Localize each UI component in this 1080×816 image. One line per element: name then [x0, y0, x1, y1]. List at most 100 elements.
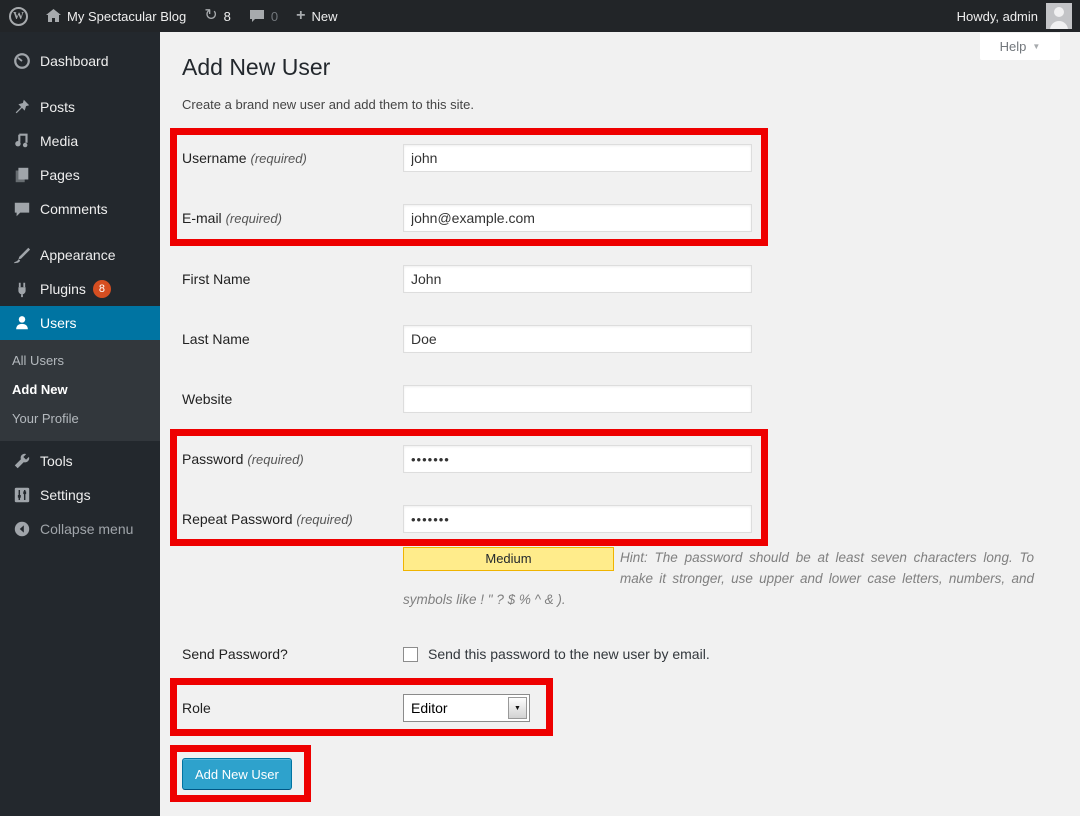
- username-row: Username (required): [182, 144, 756, 172]
- howdy-label: Howdy, admin: [957, 9, 1038, 24]
- new-content-button[interactable]: + New: [287, 0, 346, 32]
- sidebar-item-tools[interactable]: Tools: [0, 444, 160, 478]
- sidebar-item-label: Users: [40, 315, 77, 331]
- home-icon: [46, 9, 61, 23]
- sidebar-item-plugins[interactable]: Plugins 8: [0, 272, 160, 306]
- password-strength-meter: Medium: [403, 547, 614, 571]
- last-name-row: Last Name: [182, 325, 1034, 353]
- sidebar-item-label: Collapse menu: [40, 521, 133, 537]
- sidebar-item-media[interactable]: Media: [0, 124, 160, 158]
- sidebar-item-dashboard[interactable]: Dashboard: [0, 44, 160, 78]
- username-input[interactable]: [403, 144, 752, 172]
- first-name-input[interactable]: [403, 265, 752, 293]
- user-icon: [12, 313, 32, 333]
- annotation-box-role: Role Editor ▼: [170, 678, 553, 736]
- last-name-label: Last Name: [182, 331, 403, 347]
- add-new-user-button[interactable]: Add New User: [182, 758, 292, 790]
- sidebar-item-comments[interactable]: Comments: [0, 192, 160, 226]
- plus-icon: +: [296, 8, 305, 24]
- first-name-row: First Name: [182, 265, 1034, 293]
- page-description: Create a brand new user and add them to …: [182, 97, 1034, 113]
- sidebar-item-label: Comments: [40, 201, 108, 217]
- avatar[interactable]: [1046, 3, 1072, 29]
- sidebar-item-users[interactable]: Users: [0, 306, 160, 340]
- wordpress-menu-button[interactable]: W: [0, 0, 37, 32]
- required-note: (required): [296, 512, 352, 527]
- first-name-label: First Name: [182, 271, 403, 287]
- comments-bubble-icon: [249, 9, 265, 23]
- pages-icon: [12, 165, 32, 185]
- updates-count: 8: [224, 9, 231, 24]
- password-row: Password (required): [182, 445, 756, 473]
- sidebar-item-label: Settings: [40, 487, 91, 503]
- sidebar-item-settings[interactable]: Settings: [0, 478, 160, 512]
- my-account-link[interactable]: Howdy, admin: [948, 0, 1038, 32]
- email-label: E-mail (required): [182, 210, 403, 226]
- dashboard-icon: [12, 51, 32, 71]
- comments-link[interactable]: 0: [240, 0, 287, 32]
- role-row: Role Editor ▼: [182, 694, 541, 722]
- send-password-label: Send Password?: [182, 646, 403, 662]
- annotation-box-credentials: Username (required) E-mail (required): [170, 128, 768, 246]
- username-label: Username (required): [182, 150, 403, 166]
- send-password-checkbox-label: Send this password to the new user by em…: [428, 646, 710, 662]
- password-strength-area: Medium Hint: The password should be at l…: [403, 547, 1034, 610]
- submenu-item-your-profile[interactable]: Your Profile: [0, 404, 160, 433]
- annotation-box-passwords: Password (required) Repeat Password (req…: [170, 429, 768, 546]
- sidebar-item-appearance[interactable]: Appearance: [0, 238, 160, 272]
- sidebar-item-posts[interactable]: Posts: [0, 90, 160, 124]
- annotation-box-submit: Add New User: [170, 745, 311, 802]
- comment-icon: [12, 199, 32, 219]
- sidebar-item-label: Pages: [40, 167, 80, 183]
- new-label: New: [311, 9, 337, 24]
- password-label: Password (required): [182, 451, 403, 467]
- required-note: (required): [250, 151, 306, 166]
- wrench-icon: [12, 451, 32, 471]
- sidebar-item-label: Dashboard: [40, 53, 109, 69]
- role-select-value: Editor: [404, 700, 508, 716]
- last-name-input[interactable]: [403, 325, 752, 353]
- send-password-checkbox[interactable]: [403, 647, 418, 662]
- updates-link[interactable]: ↻ 8: [195, 0, 240, 32]
- pushpin-icon: [12, 97, 32, 117]
- collapse-icon: [12, 519, 32, 539]
- site-name-label: My Spectacular Blog: [67, 9, 186, 24]
- email-input[interactable]: [403, 204, 752, 232]
- submenu-item-add-new[interactable]: Add New: [0, 375, 160, 404]
- sidebar-item-label: Plugins: [40, 281, 86, 297]
- required-note: (required): [247, 452, 303, 467]
- help-button[interactable]: Help ▼: [980, 33, 1060, 60]
- admin-sidebar-menu: Dashboard Posts Media Pages Comments App…: [0, 32, 160, 816]
- updates-icon: ↻: [204, 8, 217, 24]
- required-note: (required): [226, 211, 282, 226]
- wordpress-logo-icon: W: [9, 7, 28, 26]
- submenu-item-all-users[interactable]: All Users: [0, 346, 160, 375]
- repeat-password-input[interactable]: [403, 505, 752, 533]
- password-input[interactable]: [403, 445, 752, 473]
- help-label: Help: [1000, 39, 1027, 54]
- repeat-password-row: Repeat Password (required): [182, 505, 756, 533]
- main-content: Help ▼ Add New User Create a brand new u…: [160, 32, 1080, 816]
- sidebar-item-pages[interactable]: Pages: [0, 158, 160, 192]
- role-label: Role: [182, 700, 403, 716]
- page-title: Add New User: [182, 32, 1034, 82]
- plug-icon: [12, 279, 32, 299]
- role-select[interactable]: Editor ▼: [403, 694, 530, 722]
- send-password-row: Send Password? Send this password to the…: [182, 646, 1034, 662]
- website-label: Website: [182, 391, 403, 407]
- media-icon: [12, 131, 32, 151]
- comments-count: 0: [271, 9, 278, 24]
- sidebar-item-label: Posts: [40, 99, 75, 115]
- sidebar-item-label: Media: [40, 133, 78, 149]
- sliders-icon: [12, 485, 32, 505]
- admin-bar: W My Spectacular Blog ↻ 8 0 + New Howdy,…: [0, 0, 1080, 32]
- select-dropdown-arrow-icon[interactable]: ▼: [508, 697, 527, 719]
- site-name-link[interactable]: My Spectacular Blog: [37, 0, 195, 32]
- repeat-password-label: Repeat Password (required): [182, 511, 403, 527]
- paintbrush-icon: [12, 245, 32, 265]
- sidebar-item-label: Tools: [40, 453, 73, 469]
- website-input[interactable]: [403, 385, 752, 413]
- users-submenu: All Users Add New Your Profile: [0, 340, 160, 441]
- collapse-menu-button[interactable]: Collapse menu: [0, 512, 160, 546]
- website-row: Website: [182, 385, 1034, 413]
